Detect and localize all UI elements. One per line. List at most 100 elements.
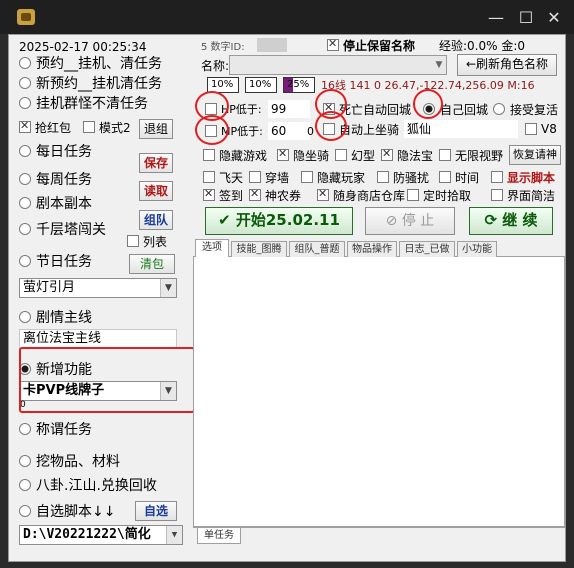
radio-reserve[interactable]: 预约__挂机、清任务 [19,53,162,73]
checkbox-icon [249,171,261,183]
radio-icon [19,423,31,435]
maximize-button[interactable]: ☐ [514,6,538,30]
save-button[interactable]: 保存 [139,153,173,173]
checkmark-icon: ✔ [218,211,236,229]
main-window: 2025-02-17 00:25:34 预约__挂机、清任务 新预约__挂机清任… [8,34,566,562]
checkbox-icon [439,149,451,161]
checkbox-hide-game[interactable]: 隐藏游戏 [203,145,267,165]
radio-new-reserve[interactable]: 新预约__挂机清任务 [19,73,162,93]
checkbox-anti-harass[interactable]: 防骚扰 [377,167,429,187]
radio-title-task[interactable]: 称谓任务 [19,419,92,439]
start-button[interactable]: ✔ 开始25.02.11 [205,207,353,235]
checkbox-stop-keep-name[interactable]: 停止保留名称 [327,35,415,55]
checkbox-show-script[interactable]: 显示脚本 [491,167,555,187]
close-button[interactable]: ✕ [542,6,566,30]
radio-icon [19,311,31,323]
checkbox-hide-treasure[interactable]: 隐法宝 [381,145,433,165]
radio-icon [19,455,31,467]
radio-bagua[interactable]: 八卦.江山.兑换回收 [19,475,157,495]
radio-icon [19,255,31,267]
choose-script-button[interactable]: 自选 [135,501,177,521]
highlight-circle [195,115,229,145]
highlight-circle [315,111,347,141]
radio-tower[interactable]: 千层塔闯关 [19,219,106,239]
tab-items[interactable]: 物品操作 [347,241,397,257]
minimize-button[interactable]: — [484,6,508,30]
checkbox-illusion[interactable]: 幻型 [335,145,375,165]
checkbox-icon [327,37,339,51]
mp-bar: 10% [245,77,277,93]
radio-custom-script[interactable]: 自选脚本↓↓ [19,501,115,521]
mp-threshold-input[interactable]: 60 [267,121,311,141]
radio-dungeon[interactable]: 剧本副本 [19,193,92,213]
checkbox-list[interactable]: 列表 [127,231,167,251]
radio-weekly[interactable]: 每周任务 [19,169,92,189]
checkbox-v8[interactable]: V8 [525,119,557,139]
read-button[interactable]: 读取 [139,181,173,201]
highlight-box [19,347,195,413]
checkbox-hide-mount[interactable]: 隐坐骑 [277,145,329,165]
title-bar: — ☐ ✕ [0,0,574,34]
team-button[interactable]: 组队 [139,210,173,230]
hp-threshold-input[interactable]: 99 [267,99,311,119]
checkbox-infinite-view[interactable]: 无限视野 [439,145,503,165]
chevron-down-icon: ▼ [435,60,443,70]
radio-icon [19,97,31,109]
script-path-select[interactable]: D:\V20221222\简化 ▼ [19,525,183,545]
checkbox-signin[interactable]: 签到 [203,185,243,205]
radio-dig[interactable]: 挖物品、材料 [19,451,120,471]
checkbox-shennong[interactable]: 神农券 [249,185,301,205]
role-name-input[interactable]: ▼ [229,55,447,75]
checkbox-icon [407,189,419,201]
tab-team[interactable]: 组队_普题 [289,241,345,257]
radio-festival[interactable]: 节日任务 [19,251,92,271]
radio-icon [19,223,31,235]
radio-icon [19,145,31,157]
mount-name-input[interactable]: 狐仙 [403,119,519,139]
checkbox-ui-simple[interactable]: 界面简洁 [491,185,555,205]
radio-icon [19,479,31,491]
right-panel: 5 数字ID: 停止保留名称 经验:0.0% 金:0 名称: ▼ ←刷新角色名称… [193,35,565,555]
radio-daily[interactable]: 每日任务 [19,141,92,161]
stop-button[interactable]: ⊘ 停 止 [365,207,455,235]
tab-single-task[interactable]: 单任务 [197,528,241,544]
radio-accept-revive[interactable]: 接受复活 [493,99,558,119]
checkbox-red-packet[interactable]: 抢红包 [19,117,71,137]
radio-icon [19,197,31,209]
mainline-input[interactable]: 离位法宝主线 [19,329,177,349]
tab-options[interactable]: 选项 [195,239,229,258]
radio-mainline[interactable]: 剧情主线 [19,307,92,327]
checkbox-icon [203,171,215,183]
id-label: 5 数字ID: [201,41,245,53]
chevron-down-icon: ▼ [166,526,182,544]
left-panel: 2025-02-17 00:25:34 预约__挂机、清任务 新预约__挂机清任… [13,35,195,555]
checkbox-icon [491,189,503,201]
checkbox-icon [491,171,503,183]
tab-small-functions[interactable]: 小功能 [457,241,497,257]
festival-select[interactable]: 萤灯引月 ▼ [19,278,177,298]
tab-log[interactable]: 日志_已做 [399,241,455,257]
checkbox-time[interactable]: 时间 [439,167,479,187]
radio-afk-group[interactable]: 挂机群怪不清任务 [19,93,148,113]
checkbox-through-wall[interactable]: 穿墙 [249,167,289,187]
checkbox-shop-storage[interactable]: 随身商店仓库 [317,185,405,205]
app-icon [17,9,35,25]
name-label: 名称: [201,58,230,73]
checkbox-mode2[interactable]: 模式2 [83,117,131,137]
checkbox-fly[interactable]: 飞天 [203,167,243,187]
refresh-role-button[interactable]: ←刷新角色名称 [457,54,557,76]
tab-content [193,257,565,527]
checkbox-hide-players[interactable]: 隐藏玩家 [301,167,365,187]
checkbox-icon [277,147,289,161]
checkbox-timed-pickup[interactable]: 定时拾取 [407,185,471,205]
clear-bag-button[interactable]: 清包 [129,254,175,274]
leave-team-button[interactable]: 退组 [139,119,173,139]
exp-bar: 25% [283,77,315,93]
mp-trail-label: 0 [307,124,314,138]
tab-skills[interactable]: 技能_图腾 [231,241,287,257]
resume-button[interactable]: ⟳ 继 续 [469,207,553,235]
restore-god-button[interactable]: 恢复请神 [509,145,561,165]
checkbox-icon [317,187,329,201]
radio-icon [19,57,31,69]
radio-icon [19,505,31,517]
